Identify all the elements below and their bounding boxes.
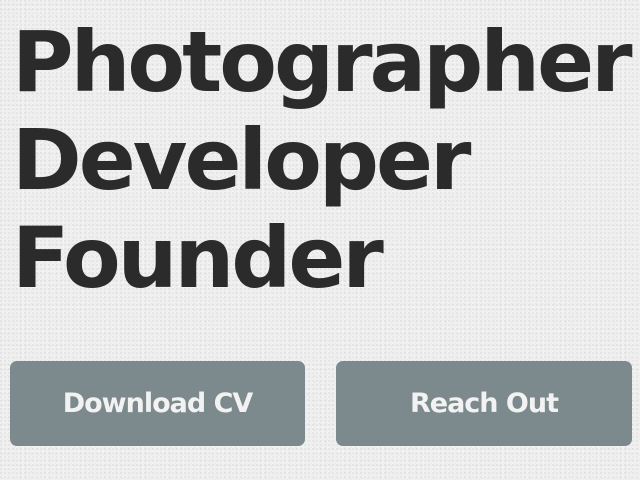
cta-buttons: Download CV Reach Out [10,361,632,446]
role-photographer: Photographer [12,13,633,111]
hero-roles: Photographer Developer Founder [12,0,633,330]
reach-out-button[interactable]: Reach Out [336,361,632,446]
download-cv-button[interactable]: Download CV [10,361,305,446]
role-founder: Founder [12,209,384,307]
role-developer: Developer [12,111,471,209]
